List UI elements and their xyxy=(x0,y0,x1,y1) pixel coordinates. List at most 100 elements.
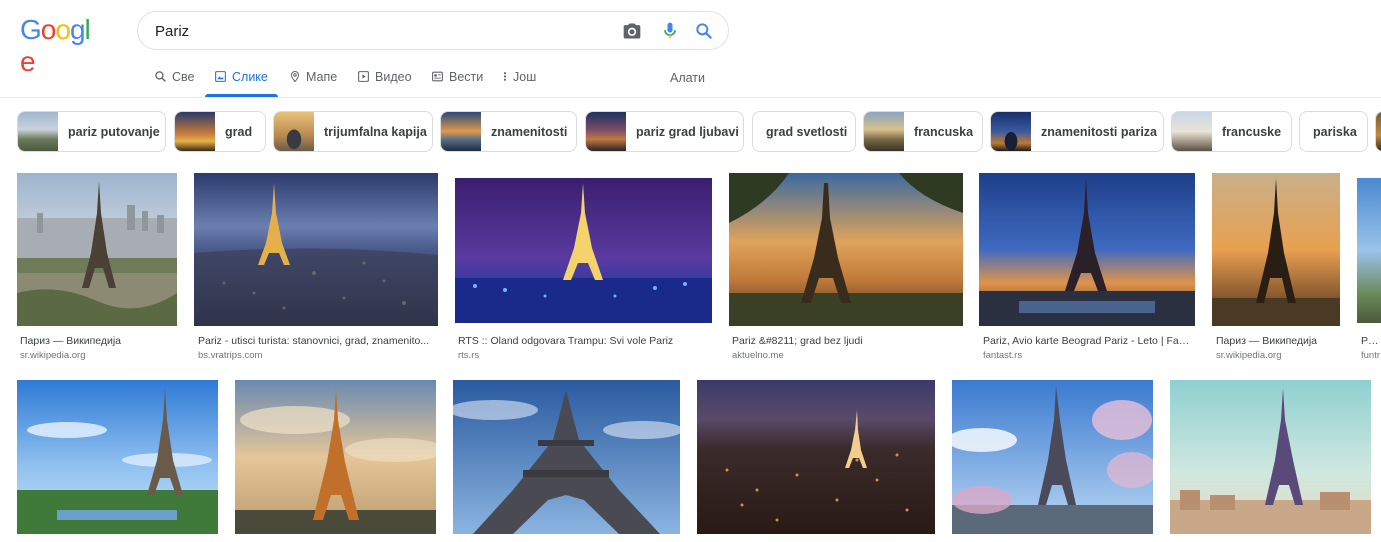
google-logo[interactable]: Googl e xyxy=(20,14,100,77)
microphone-icon[interactable] xyxy=(660,21,680,41)
tab-label: Слике xyxy=(232,70,268,84)
result-thumbnail xyxy=(952,380,1153,534)
image-icon xyxy=(215,71,226,82)
image-result[interactable]: Pariz, Avio karte Beograd Pariz - Leto |… xyxy=(979,173,1195,363)
image-result[interactable] xyxy=(17,380,218,534)
logo-letter: g xyxy=(69,14,86,45)
result-source: sr.wikipedia.org xyxy=(20,350,86,361)
chip-znamenitosti[interactable]: znamenitosti xyxy=(440,111,577,152)
result-thumbnail xyxy=(455,178,712,323)
chip-thumbnail xyxy=(586,112,626,151)
image-result[interactable] xyxy=(1170,380,1371,534)
logo-letter: o xyxy=(55,14,71,45)
chip-thumbnail xyxy=(864,112,904,151)
chip-next-partial[interactable] xyxy=(1375,111,1381,152)
image-result[interactable] xyxy=(952,380,1153,534)
chip-znamenitosti-pariza[interactable]: znamenitosti pariza xyxy=(990,111,1164,152)
result-title: Pariz xyxy=(1361,335,1381,347)
related-chips: pariz putovanje grad trijumfalna kapija … xyxy=(17,111,1381,153)
more-vertical-icon xyxy=(503,72,507,81)
chip-pariz-putovanje[interactable]: pariz putovanje xyxy=(17,111,166,152)
result-thumbnail xyxy=(453,380,680,534)
chip-grad-svetlosti[interactable]: grad svetlosti xyxy=(752,111,856,152)
camera-icon[interactable] xyxy=(622,21,642,41)
tab-label: Вести xyxy=(449,70,484,84)
result-thumbnail xyxy=(979,173,1195,326)
result-title: Pariz - utisci turista: stanovnici, grad… xyxy=(198,335,430,347)
result-source: sr.wikipedia.org xyxy=(1216,350,1282,361)
video-icon xyxy=(358,71,369,82)
chip-thumbnail xyxy=(175,112,215,151)
result-thumbnail xyxy=(17,173,177,326)
result-thumbnail xyxy=(194,173,438,326)
chip-francuske[interactable]: francuske xyxy=(1171,111,1292,152)
tab-news[interactable]: Вести xyxy=(431,60,483,97)
chip-label: pariska xyxy=(1313,124,1357,139)
chip-thumbnail xyxy=(274,112,314,151)
result-thumbnail xyxy=(1170,380,1371,534)
chip-trijumfalna-kapija[interactable]: trijumfalna kapija xyxy=(273,111,433,152)
chip-label: znamenitosti xyxy=(491,124,568,139)
map-pin-icon xyxy=(290,70,300,83)
result-title: Париз — Википедија xyxy=(1216,335,1318,347)
result-source: aktuelno.me xyxy=(732,350,784,361)
result-thumbnail xyxy=(1357,178,1381,323)
chip-francuska[interactable]: francuska xyxy=(863,111,983,152)
chip-pariz-grad-ljubavi[interactable]: pariz grad ljubavi xyxy=(585,111,744,152)
chip-thumbnail xyxy=(991,112,1031,151)
image-result[interactable] xyxy=(235,380,436,534)
news-icon xyxy=(432,71,443,82)
result-source: funtr xyxy=(1361,350,1381,361)
chip-thumbnail xyxy=(441,112,481,151)
tab-label: Све xyxy=(172,70,195,84)
logo-letter: e xyxy=(20,46,36,77)
result-thumbnail xyxy=(1212,173,1340,326)
logo-letter: G xyxy=(20,14,42,45)
search-box xyxy=(137,11,729,50)
result-title: Париз — Википедија xyxy=(20,335,122,347)
result-thumbnail xyxy=(697,380,935,534)
image-result[interactable]: Париз — Википедија sr.wikipedia.org xyxy=(1212,173,1340,363)
result-title: RTS :: Oland odgovara Trampu: Svi vole P… xyxy=(458,335,674,347)
chip-grad[interactable]: grad xyxy=(174,111,266,152)
chip-label: trijumfalna kapija xyxy=(324,124,427,139)
result-thumbnail xyxy=(729,173,963,326)
result-thumbnail xyxy=(235,380,436,534)
tools-button[interactable]: Алати xyxy=(670,71,705,85)
header-divider xyxy=(0,97,1381,98)
chip-label: znamenitosti pariza xyxy=(1041,124,1157,139)
chip-label: pariz grad ljubavi xyxy=(636,124,739,139)
logo-letter: l xyxy=(84,14,91,45)
tab-video[interactable]: Видео xyxy=(357,60,412,97)
search-icon[interactable] xyxy=(694,21,714,41)
chip-label: grad xyxy=(225,124,253,139)
image-result[interactable]: Париз — Википедија sr.wikipedia.org xyxy=(17,173,177,363)
image-result[interactable]: Pariz funtr xyxy=(1357,173,1381,363)
tab-maps[interactable]: Мапе xyxy=(289,60,337,97)
tab-more[interactable]: Још xyxy=(502,60,536,97)
chip-label: pariz putovanje xyxy=(68,124,160,139)
image-result[interactable]: Pariz - utisci turista: stanovnici, grad… xyxy=(194,173,438,363)
chip-label: francuske xyxy=(1222,124,1282,139)
image-result[interactable] xyxy=(453,380,680,534)
chip-thumbnail xyxy=(1376,112,1381,151)
image-result[interactable] xyxy=(697,380,935,534)
tab-label: Још xyxy=(513,70,537,84)
chip-pariska[interactable]: pariska xyxy=(1299,111,1368,152)
result-source: rts.rs xyxy=(458,350,480,361)
search-input[interactable] xyxy=(155,20,595,42)
tab-label: Видео xyxy=(375,70,412,84)
logo-letter: o xyxy=(40,14,57,45)
result-title: Pariz, Avio karte Beograd Pariz - Leto |… xyxy=(983,335,1193,347)
tab-images[interactable]: Слике xyxy=(205,60,278,97)
tab-all[interactable]: Све xyxy=(154,60,194,97)
result-source: fantast.rs xyxy=(983,350,1023,361)
image-result[interactable]: Pariz &#8211; grad bez ljudi aktuelno.me xyxy=(729,173,963,363)
result-title: Pariz &#8211; grad bez ljudi xyxy=(732,335,863,347)
image-result[interactable]: RTS :: Oland odgovara Trampu: Svi vole P… xyxy=(455,173,712,363)
chip-label: grad svetlosti xyxy=(766,124,848,139)
result-source: bs.vratrips.com xyxy=(198,350,263,361)
search-icon xyxy=(155,71,166,82)
tab-label: Мапе xyxy=(306,70,338,84)
chip-label: francuska xyxy=(914,124,974,139)
